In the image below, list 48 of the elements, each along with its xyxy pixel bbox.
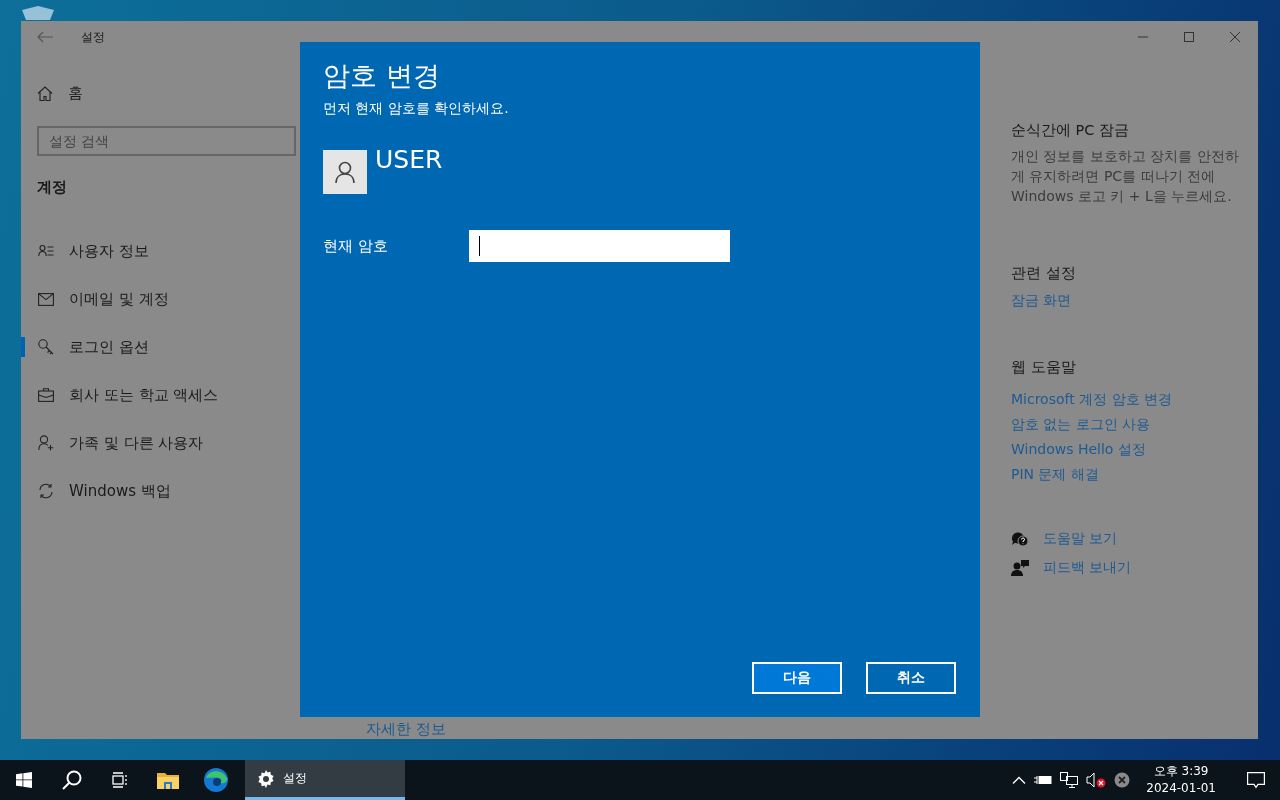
maximize-icon[interactable] <box>1184 32 1194 42</box>
browser-icon[interactable] <box>204 768 228 792</box>
dialog-subtitle: 먼저 현재 암호를 확인하세요. <box>323 100 509 118</box>
feedback-icon <box>1011 560 1029 576</box>
folder-icon[interactable] <box>157 771 179 789</box>
web-help-title: 웹 도움말 <box>1011 358 1077 377</box>
close-icon[interactable] <box>1230 32 1240 42</box>
sidebar-item[interactable]: 사용자 정보 <box>21 227 300 275</box>
avatar-icon <box>323 150 367 194</box>
clock-time[interactable]: 오후 3:39 <box>1146 763 1216 780</box>
related-title: 관련 설정 <box>1011 264 1077 283</box>
sidebar-item[interactable]: Windows 백업 <box>21 467 300 515</box>
field-label: 현재 암호 <box>323 236 389 256</box>
sidebar-item[interactable]: 회사 또는 학교 액세스 <box>21 371 300 419</box>
password-field[interactable] <box>469 230 730 262</box>
search-icon[interactable] <box>62 770 82 790</box>
battery-icon[interactable] <box>1034 774 1053 786</box>
lock-description: 개인 정보를 보호하고 장치를 안전하게 유지하려면 PC를 떠나기 전에 Windows 로고 키 + L을 누르세요. <box>1011 147 1240 206</box>
cancel-button[interactable]: 취소 <box>866 662 956 694</box>
gear-icon <box>257 769 275 788</box>
home-icon[interactable] <box>37 85 53 101</box>
section-title: 계정 <box>36 178 68 197</box>
sidebar-item[interactable]: 가족 및 다른 사용자 <box>21 419 300 467</box>
lock-title: 순식간에 PC 잠금 <box>1011 121 1131 140</box>
home-link[interactable]: 홈 <box>68 83 83 103</box>
window-title: 설정 <box>81 28 105 46</box>
user-name: USER <box>375 147 443 173</box>
key-icon <box>37 339 54 355</box>
network-icon[interactable] <box>1060 772 1079 788</box>
search-field[interactable]: 설정 검색 <box>37 126 296 156</box>
task-view-icon[interactable] <box>111 772 129 788</box>
next-button[interactable]: 다음 <box>752 662 842 694</box>
start-icon[interactable] <box>16 772 32 788</box>
sidebar-item[interactable]: 로그인 옵션 <box>21 323 300 371</box>
volume-muted-icon[interactable] <box>1086 772 1107 788</box>
sidebar-item[interactable]: 이메일 및 계정 <box>21 275 300 323</box>
add-person-icon <box>37 435 54 451</box>
help-chat-icon <box>1011 531 1029 547</box>
mail-icon <box>37 292 54 306</box>
close-circle-icon[interactable] <box>1114 772 1131 788</box>
dialog-title: 암호 변경 <box>323 59 440 93</box>
chevron-up-icon[interactable] <box>1012 776 1027 784</box>
sync-icon <box>37 483 54 499</box>
briefcase-icon <box>37 388 54 402</box>
taskbar-app[interactable]: 설정 <box>245 760 405 800</box>
notification-icon[interactable] <box>1247 771 1265 789</box>
clock-date[interactable]: 2024-01-01 <box>1146 780 1216 797</box>
contact-list-icon <box>37 243 54 259</box>
